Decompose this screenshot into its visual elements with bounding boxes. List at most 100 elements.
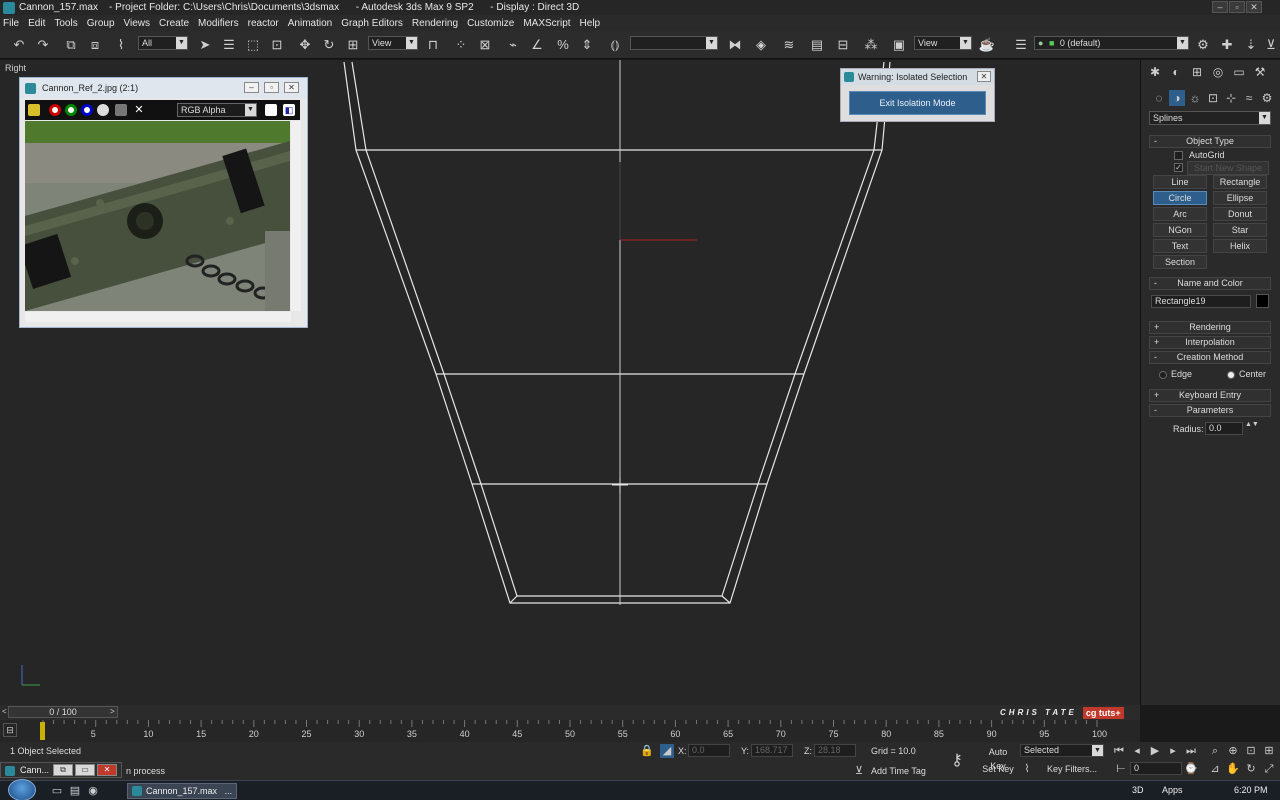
layer-dropdown[interactable]: ● ■ 0 (default) ▼ [1034,36,1189,50]
utilities-tab-icon[interactable]: ⚒ [1252,64,1268,80]
layers-icon[interactable]: ☰ [1012,36,1030,54]
unlink-icon[interactable]: ⧈ [86,36,104,54]
edge-radio[interactable] [1159,371,1167,379]
viewport-label[interactable]: Right [5,63,26,73]
line-button[interactable]: Line [1153,175,1207,189]
snaps-toggle-icon[interactable]: ⌁ [504,36,522,54]
maximize-button[interactable]: ▫ [1229,1,1245,13]
horizontal-scrollbar[interactable] [25,312,291,322]
open-mini-curve-editor-icon[interactable]: ⊟ [3,723,17,737]
exit-isolation-mode-button[interactable]: Exit Isolation Mode [849,91,986,115]
clear-icon[interactable]: ✕ [133,104,145,116]
menu-modifiers[interactable]: Modifiers [198,18,239,29]
menu-group[interactable]: Group [87,18,115,29]
lights-icon[interactable]: ☼ [1187,90,1203,106]
pivot-center-icon[interactable]: ⊓ [424,36,442,54]
add-to-layer-icon[interactable]: ⇣ [1242,36,1260,54]
minimize-button[interactable]: – [1212,1,1228,13]
next-frame-icon[interactable]: > [110,707,115,716]
trackbar[interactable]: ⊟ 5 10 15 20 25 30 35 40 45 50 55 60 65 70 75 80 85 90 95 1… [0,720,1140,742]
shape-category-dropdown[interactable]: Splines ▼ [1149,111,1271,125]
select-link-icon[interactable]: ⧉ [62,36,80,54]
rectangular-selection-icon[interactable]: ⬚ [244,36,262,54]
systems-icon[interactable]: ⚙ [1259,90,1275,106]
red-channel-icon[interactable] [49,104,61,116]
next-key-icon[interactable]: ▸ [1166,744,1180,758]
layer-manager-icon[interactable]: ≋ [780,36,798,54]
reference-image-window[interactable]: Cannon_Ref_2.jpg (2:1) – ▫ ✕ ✕ RGB Alpha… [19,77,308,328]
display-channel-dropdown[interactable]: RGB Alpha ▼ [177,103,257,117]
object-name-input[interactable]: Rectangle19 [1151,295,1251,308]
key-icon[interactable]: ⚷ [950,753,964,769]
time-configuration-icon[interactable]: ⌚ [1184,762,1198,776]
current-frame-field[interactable]: 0 [1130,762,1182,775]
select-by-name-icon[interactable]: ☰ [220,36,238,54]
ngon-button[interactable]: NGon [1153,223,1207,237]
percent-snap-icon[interactable]: % [554,36,572,54]
lock-icon[interactable]: 🔒 [640,744,654,758]
radius-spinner-icon[interactable]: ▲▼ [1245,421,1259,435]
text-button[interactable]: Text [1153,239,1207,253]
explorer-icon[interactable]: ▤ [66,782,84,800]
helpers-icon[interactable]: ⊹ [1223,90,1239,106]
layer-manager-icon[interactable]: ⊻ [1262,36,1280,54]
material-editor-icon[interactable]: ⁂ [862,36,880,54]
bind-spacewarp-icon[interactable]: ⌇ [112,36,130,54]
zoom-icon[interactable]: ⌕ [1208,744,1222,758]
system-clock[interactable]: 6:20 PM [1234,785,1268,795]
rollout-object-type[interactable]: - Object Type [1149,135,1271,148]
rollout-interpolation[interactable]: + Interpolation [1149,336,1271,349]
display-tab-icon[interactable]: ▭ [1231,64,1247,80]
monochrome-icon[interactable] [115,104,127,116]
menu-help[interactable]: Help [580,18,601,29]
play-icon[interactable]: ▶ [1148,744,1162,758]
time-slider[interactable]: < 0 / 100 > [0,705,1140,720]
time-slider-thumb[interactable]: 0 / 100 [8,706,118,718]
taskbar-item-3dsmax[interactable]: Cannon_157.max ... [127,783,237,799]
close-button[interactable]: ✕ [97,764,117,776]
keyboard-shortcut-toggle-icon[interactable]: ⊠ [476,36,494,54]
blue-channel-icon[interactable] [81,104,93,116]
rollout-name-and-color[interactable]: - Name and Color [1149,277,1271,290]
mirror-icon[interactable]: ⧓ [726,36,744,54]
absolute-mode-icon[interactable]: ◢ [660,744,674,758]
minimize-button[interactable]: – [244,82,259,93]
render-setup-icon[interactable]: ▣ [890,36,908,54]
create-layer-icon[interactable]: ✚ [1218,36,1236,54]
apps-tray-button[interactable]: Apps [1162,785,1183,795]
go-to-start-icon[interactable]: ⏮ [1112,744,1126,758]
redo-icon[interactable]: ↷ [34,36,52,54]
time-tag-icon[interactable]: ⊻ [852,764,866,778]
menu-rendering[interactable]: Rendering [412,18,458,29]
maximize-button[interactable]: ▭ [75,764,95,776]
edit-named-selection-icon[interactable]: ⦅⦆ [606,36,624,54]
rollout-keyboard-entry[interactable]: + Keyboard Entry [1149,389,1271,402]
save-image-icon[interactable] [28,104,40,116]
zoom-all-icon[interactable]: ⊕ [1226,744,1240,758]
minimized-maxscript-window[interactable]: Cann... ⧉ ▭ ✕ [0,762,122,778]
show-desktop-icon[interactable]: ▭ [48,782,66,800]
section-button[interactable]: Section [1153,255,1207,269]
browser-icon[interactable]: ◉ [84,782,102,800]
start-new-shape-checkbox[interactable]: ✓ [1174,163,1183,172]
set-current-layer-icon[interactable]: ⚙ [1194,36,1212,54]
compare-icon[interactable]: ◧ [283,104,295,116]
start-button[interactable] [8,779,36,800]
menu-tools[interactable]: Tools [54,18,77,29]
maximize-button[interactable]: ▫ [264,82,279,93]
menu-create[interactable]: Create [159,18,189,29]
menu-file[interactable]: File [3,18,19,29]
select-manipulate-icon[interactable]: ⁘ [452,36,470,54]
circle-button[interactable]: Circle [1153,191,1207,205]
orbit-icon[interactable]: ↻ [1244,762,1258,776]
curve-editor-icon[interactable]: ▤ [808,36,826,54]
reference-image-titlebar[interactable]: Cannon_Ref_2.jpg (2:1) – ▫ ✕ [20,78,307,98]
rotate-icon[interactable]: ↻ [320,36,338,54]
display-indicator[interactable]: 3D [1132,785,1144,795]
rollout-creation-method[interactable]: - Creation Method [1149,351,1271,364]
object-color-swatch[interactable] [1256,294,1269,308]
star-button[interactable]: Star [1213,223,1267,237]
center-radio[interactable] [1227,371,1235,379]
color-swatch[interactable] [265,104,277,116]
menu-animation[interactable]: Animation [288,18,332,29]
